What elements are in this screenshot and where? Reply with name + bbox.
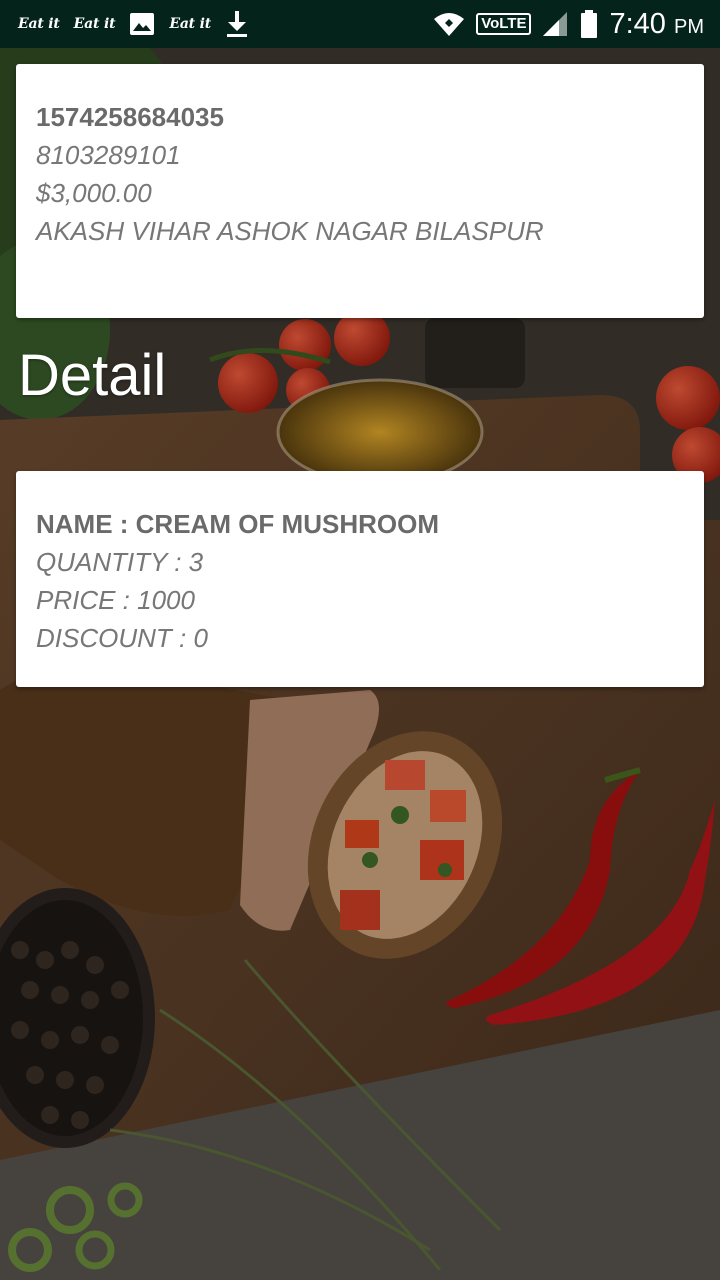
notification-icons: Eat it Eat it Eat it	[18, 9, 249, 39]
eat-it-notification-icon: Eat it	[169, 16, 212, 32]
volte-badge: VoLTE	[476, 13, 532, 35]
status-bar: Eat it Eat it Eat it VoLTE 7:40 PM	[0, 0, 720, 48]
download-icon	[225, 9, 249, 39]
food-price: PRICE : 1000	[36, 585, 195, 615]
section-title-detail: Detail	[18, 343, 167, 408]
order-address: AKASH VIHAR ASHOK NAGAR BILASPUR	[36, 216, 544, 246]
food-detail-card[interactable]: NAME : CREAM OF MUSHROOM QUANTITY : 3 PR…	[16, 471, 704, 687]
wifi-icon	[432, 11, 466, 37]
order-id: 1574258684035	[36, 102, 224, 132]
clock-ampm: PM	[674, 15, 704, 38]
food-name: NAME : CREAM OF MUSHROOM	[36, 509, 439, 539]
battery-icon	[579, 9, 599, 39]
eat-it-notification-icon: Eat it	[73, 16, 116, 32]
eat-it-notification-icon: Eat it	[18, 16, 60, 32]
order-info-card[interactable]: 1574258684035 8103289101 $3,000.00 AKASH…	[16, 64, 704, 318]
signal-icon	[541, 10, 569, 38]
order-total: $3,000.00	[36, 178, 152, 208]
food-quantity: QUANTITY : 3	[36, 547, 204, 577]
food-discount: DISCOUNT : 0	[36, 623, 208, 653]
system-status: VoLTE 7:40 PM	[432, 8, 704, 41]
order-phone: 8103289101	[36, 140, 181, 170]
image-icon	[129, 12, 155, 36]
clock-time: 7:40	[609, 7, 666, 40]
clock: 7:40 PM	[609, 8, 704, 41]
